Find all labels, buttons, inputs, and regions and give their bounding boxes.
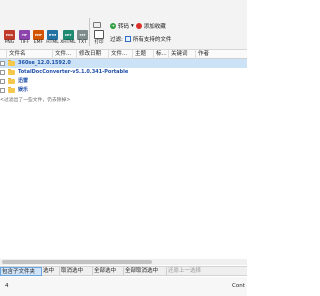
list-item[interactable]: 迅雷	[0, 77, 247, 86]
horizontal-scrollbar[interactable]	[0, 259, 247, 265]
file-name: 迅雷	[18, 78, 29, 84]
column-header-filetype[interactable]: 文件...	[53, 50, 77, 59]
scrollbar-thumb[interactable]	[2, 260, 152, 264]
status-right-text: Cont	[232, 283, 245, 289]
item-count: 4	[5, 283, 9, 289]
emf-icon: EMF	[33, 30, 44, 40]
restore-selection-button[interactable]: 还原上一选择	[167, 267, 247, 276]
list-item[interactable]: 360se_12.0.1592.0	[0, 59, 247, 68]
toolbar: PNG PNG TIF TIFF EMF EMF HTM HTML XHT XH…	[0, 0, 247, 50]
deselect-all-button[interactable]: 全部取消选中	[124, 267, 167, 276]
print-button[interactable]: 打印	[92, 30, 106, 46]
include-subfolders-button[interactable]: 包含子文件夹	[0, 267, 42, 276]
file-name: 360se_12.0.1592.0	[18, 60, 71, 66]
row-checkbox[interactable]	[0, 70, 5, 75]
column-header-keywords[interactable]: 关键词	[169, 50, 196, 59]
add-favorites-button[interactable]: 添加收藏	[144, 22, 166, 30]
png-icon: PNG	[4, 30, 15, 40]
folder-icon	[8, 87, 15, 93]
format-html-button[interactable]: HTM HTML	[45, 30, 60, 46]
column-header-author[interactable]: 作者	[196, 50, 247, 59]
tiff-icon: TIF	[19, 30, 30, 40]
selection-button-bar: 包含子文件夹 选中 取消选中 全部选中 全部取消选中 还原上一选择	[0, 266, 247, 276]
list-item[interactable]: 娱乐	[0, 86, 247, 95]
filter-hint: <过滤出了一些文件，仍去除掉>	[0, 98, 71, 103]
filter-label: 过滤:	[110, 37, 123, 43]
format-label: PNG	[4, 40, 15, 45]
format-png-button[interactable]: PNG PNG	[2, 30, 17, 46]
favorites-icon	[135, 23, 142, 29]
format-xhtml-button[interactable]: XHT XHTML	[60, 30, 76, 46]
filter-select[interactable]: 所有支持的文件	[133, 35, 172, 43]
format-label: TXT	[78, 40, 87, 45]
column-header-modified[interactable]: 修改日期	[77, 50, 109, 59]
deselect-button[interactable]: 取消选中	[60, 267, 93, 276]
column-header-title[interactable]: 标...	[154, 50, 169, 59]
convert-dropdown-arrow[interactable]: ▾	[131, 23, 134, 29]
file-name: TotalDocConverter-v5.1.0.341-Portable	[18, 69, 129, 75]
txt-icon: TXT	[77, 30, 88, 40]
toolbar-row-actions: ➜ 转码 ▾ 添加收藏	[110, 22, 166, 30]
select-button[interactable]: 选中	[42, 267, 60, 276]
folder-icon	[8, 69, 15, 75]
file-list-header: 文件名 文件... 修改日期 文件... 主题 标... 关键词 作者	[0, 50, 247, 59]
print-label: 打印	[94, 40, 104, 45]
xhtml-icon: XHT	[62, 30, 74, 40]
list-item[interactable]: TotalDocConverter-v5.1.0.341-Portable	[0, 68, 247, 77]
status-bar: 4 Cont	[0, 277, 247, 296]
format-tiff-button[interactable]: TIF TIFF	[17, 30, 32, 46]
select-all-button[interactable]: 全部选中	[93, 267, 124, 276]
toolbar-row-filter: 过滤: 所有支持的文件	[110, 35, 171, 43]
clipboard-icon[interactable]	[93, 22, 101, 28]
file-name: 娱乐	[18, 87, 29, 93]
row-checkbox[interactable]	[0, 61, 5, 66]
column-header-filename[interactable]: 文件名	[7, 50, 53, 59]
filter-icon	[124, 36, 131, 42]
folder-icon	[8, 78, 15, 84]
format-txt-button[interactable]: TXT TXT	[75, 30, 90, 46]
format-label: HTML	[46, 40, 59, 45]
format-emf-button[interactable]: EMF EMF	[31, 30, 46, 46]
format-label: TIFF	[19, 40, 30, 45]
column-header-filesize[interactable]: 文件...	[109, 50, 133, 59]
header-checkbox-column[interactable]	[0, 50, 7, 59]
convert-icon: ➜	[110, 23, 116, 29]
row-checkbox[interactable]	[0, 79, 5, 84]
html-icon: HTM	[47, 30, 58, 40]
format-label: EMF	[33, 40, 44, 45]
printer-icon	[94, 30, 104, 39]
toolbar-divider	[89, 18, 90, 46]
convert-button[interactable]: 转码	[118, 22, 129, 30]
column-header-subject[interactable]: 主题	[133, 50, 154, 59]
format-label: XHTML	[60, 40, 76, 45]
row-checkbox[interactable]	[0, 88, 5, 93]
folder-icon	[8, 60, 15, 66]
